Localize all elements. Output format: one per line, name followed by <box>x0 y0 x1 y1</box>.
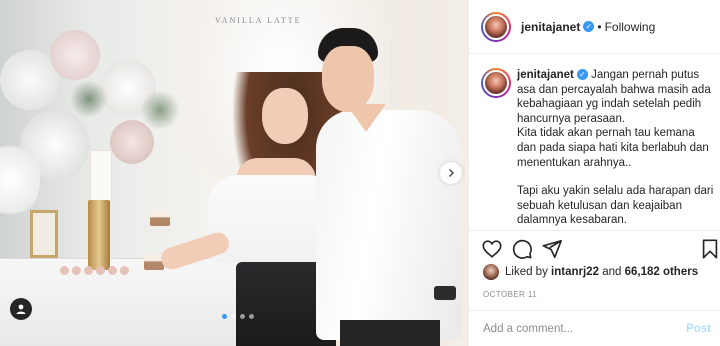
likes-prefix: Liked by <box>505 266 548 278</box>
carousel-dot <box>249 314 254 319</box>
comment-icon <box>512 239 532 259</box>
post-caption: jenitajanet ✓ Jangan pernah putus asa dan… <box>481 68 715 228</box>
photo-watermark: VANILLA LATTE <box>215 16 302 25</box>
likes-conjunction: and <box>602 266 622 278</box>
wristwatch <box>434 286 456 300</box>
cupcake <box>150 210 170 226</box>
comment-button[interactable] <box>511 238 533 260</box>
man-pants <box>340 320 440 346</box>
caption-paragraph: Tapi aku yakin selalu ada harapan dari s… <box>517 185 714 227</box>
share-icon <box>542 239 562 259</box>
verified-icon: ✓ <box>576 69 588 81</box>
post-side-panel: jenitajanet ✓ • Following jenitajanet ✓ J… <box>468 0 720 346</box>
like-button[interactable] <box>481 238 503 260</box>
bookmark-icon <box>702 239 718 259</box>
avatar[interactable] <box>481 68 511 98</box>
user-tag-icon <box>16 304 26 314</box>
cake-pops <box>60 262 140 278</box>
carousel-dot <box>231 314 236 319</box>
likes-count[interactable]: 66,182 others <box>625 266 699 278</box>
share-button[interactable] <box>541 238 563 260</box>
verified-icon: ✓ <box>583 21 595 32</box>
carousel-dot <box>240 314 245 319</box>
avatar[interactable] <box>481 11 511 42</box>
post-header: jenitajanet ✓ • Following <box>469 0 720 54</box>
tagged-users-button[interactable] <box>10 298 32 320</box>
following-button[interactable]: Following <box>605 20 656 34</box>
gold-pedestal <box>88 200 110 270</box>
post-actions <box>469 230 720 264</box>
header-username[interactable]: jenitajanet <box>521 20 580 34</box>
post-date[interactable]: OCTOBER 11 <box>483 290 537 299</box>
save-button[interactable] <box>699 238 720 260</box>
avatar[interactable] <box>483 264 499 280</box>
header-separator: • <box>597 19 602 34</box>
next-photo-button[interactable] <box>440 162 462 184</box>
candle <box>90 150 112 202</box>
man-white-shirt <box>316 110 462 340</box>
caption-paragraph: Kita tidak akan pernah tau kemana dan pa… <box>517 127 709 169</box>
carousel-dot <box>222 314 227 319</box>
chevron-right-icon <box>448 168 455 178</box>
woman-face <box>262 88 308 144</box>
caption-text: jenitajanet ✓ Jangan pernah putus asa dan… <box>517 68 715 228</box>
post-photo[interactable]: VANILLA LATTE <box>0 0 468 346</box>
picture-frame <box>30 210 58 258</box>
caption-username[interactable]: jenitajanet <box>517 69 574 81</box>
comment-bar: Post <box>469 310 720 346</box>
carousel-indicator <box>222 314 254 319</box>
liked-by-user[interactable]: intanrj22 <box>551 266 599 278</box>
post-comment-button[interactable]: Post <box>686 323 711 335</box>
man-face <box>322 46 374 112</box>
heart-icon <box>482 240 502 258</box>
likes-summary: Liked by intanrj22 and 66,182 others <box>483 264 698 280</box>
comment-input[interactable] <box>483 322 663 335</box>
